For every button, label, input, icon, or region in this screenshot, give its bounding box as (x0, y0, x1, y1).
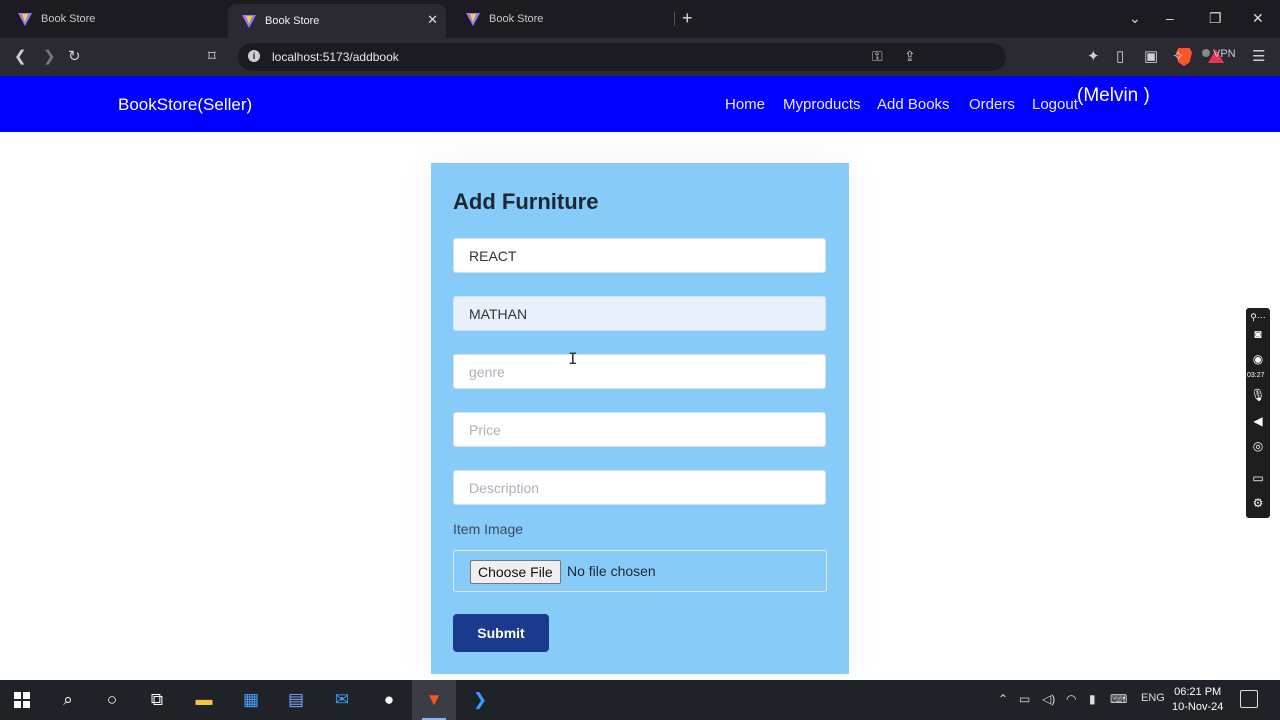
item-image-label: Item Image (453, 521, 524, 537)
user-name: (Melvin ) (1077, 85, 1150, 106)
clock-date: 10-Nov-24 (1172, 701, 1224, 713)
microphone-tray-icon[interactable]: ▮ (1089, 692, 1096, 706)
browser-tab-title: Book Store (41, 13, 96, 25)
store-icon[interactable]: ▦ (240, 689, 262, 711)
notifications-icon[interactable] (1240, 690, 1258, 708)
recording-time: 03:27 (1247, 372, 1265, 379)
nav-home-link[interactable]: Home (725, 96, 765, 113)
vscode-icon[interactable]: ❯ (469, 689, 491, 711)
browser-tab-title: Book Store (265, 15, 320, 27)
browser-tab-title: Book Store (489, 13, 544, 25)
browser-tab-1[interactable]: Book Store (4, 4, 226, 34)
task-view-icon[interactable]: ⧉ (146, 689, 168, 711)
app-navbar: BookStore(Seller) Home Myproducts Add Bo… (0, 76, 1280, 132)
address-bar[interactable]: i localhost:5173/addbook ⚿ ⇪ (238, 43, 1224, 71)
restore-icon[interactable]: ❐ (1209, 9, 1222, 27)
mongodb-compass-icon[interactable]: ● (378, 689, 400, 711)
screen-recorder-panel: ⚲⋯ ◙ ◉ 03:27 🎙︎ ◀ ◎ ▭ ⚙ (1246, 308, 1270, 518)
bookmark-icon[interactable]: ⌑ (208, 47, 216, 67)
text-cursor-icon: I (568, 349, 578, 368)
gear-icon[interactable]: ⚙ (1250, 496, 1266, 510)
window-icon[interactable]: ▭ (1250, 471, 1266, 485)
word-icon[interactable]: ▤ (285, 689, 307, 711)
mail-icon[interactable]: ✉ (331, 689, 353, 711)
menu-hamburger-icon[interactable]: ☰ (1252, 47, 1265, 67)
record-icon[interactable]: ◉ (1250, 352, 1266, 366)
battery-icon[interactable]: ▭ (1019, 692, 1030, 706)
system-clock[interactable]: 06:21 PM 10-Nov-24 (1172, 685, 1223, 715)
author-input[interactable] (453, 296, 826, 331)
back-arrow-icon[interactable]: ❮ (14, 47, 27, 67)
extensions-icon[interactable]: ✦ (1087, 47, 1100, 67)
brave-browser-icon[interactable]: ▼ (423, 689, 445, 711)
vite-favicon-icon (18, 13, 32, 26)
vpn-label: VPN (1213, 48, 1236, 60)
forward-arrow-icon[interactable]: ❯ (43, 47, 56, 67)
price-input[interactable] (453, 412, 826, 447)
genre-input[interactable] (453, 354, 826, 389)
file-explorer-icon[interactable]: ▬ (193, 689, 215, 711)
search-icon[interactable]: ⌕ (57, 689, 79, 711)
windows-taskbar: ⌕ ○ ⧉ ▬ ▦ ▤ ✉ ● ▼ ❯ ⌃ ▭ ◁) ◠ ▮ ⌨ ENG 06:… (0, 680, 1280, 720)
sidebar-icon[interactable]: ▯ (1116, 47, 1124, 67)
webcam-icon[interactable]: ◎ (1250, 439, 1266, 453)
choose-file-button[interactable]: Choose File (470, 560, 561, 584)
browser-tab-3[interactable]: Book Store (452, 4, 674, 34)
active-app-highlight: ▼ (412, 680, 456, 720)
description-input[interactable] (453, 470, 826, 505)
site-info-icon[interactable]: i (248, 50, 260, 62)
link-icon[interactable]: ⚲⋯ (1250, 310, 1266, 324)
reload-icon[interactable]: ↻ (68, 47, 81, 67)
volume-icon[interactable]: ◁) (1042, 692, 1055, 706)
show-hidden-icons-chevron-icon[interactable]: ⌃ (998, 692, 1008, 706)
title-input[interactable] (453, 238, 826, 273)
minimize-icon[interactable]: – (1166, 9, 1174, 27)
vite-favicon-icon (466, 13, 480, 26)
share-icon[interactable]: ⇪ (904, 48, 916, 65)
mic-icon[interactable]: 🎙︎ (1250, 388, 1266, 402)
brand-title[interactable]: BookStore(Seller) (118, 95, 252, 115)
wallet-icon[interactable]: ▣ (1144, 47, 1158, 67)
vite-favicon-icon (242, 15, 256, 28)
windows-start-icon[interactable] (14, 692, 30, 708)
form-title: Add Furniture (453, 189, 599, 214)
language-indicator[interactable]: ENG (1141, 692, 1165, 704)
browser-tab-strip: Book Store Book Store ✕ Book Store + ⌄ –… (0, 0, 1280, 38)
speaker-icon[interactable]: ◀ (1250, 414, 1266, 428)
item-image-file-input[interactable]: Choose File No file chosen (453, 550, 827, 592)
cortana-icon[interactable]: ○ (101, 689, 123, 711)
tab-separator (674, 12, 675, 26)
nav-logout-link[interactable]: Logout (1032, 96, 1078, 113)
keyboard-icon[interactable]: ⌨ (1110, 692, 1127, 706)
camera-icon[interactable]: ◙ (1250, 327, 1266, 341)
nav-myproducts-link[interactable]: Myproducts (783, 96, 861, 113)
vpn-status-icon (1202, 49, 1210, 57)
wifi-icon[interactable]: ◠ (1066, 692, 1076, 706)
close-window-icon[interactable]: ✕ (1252, 9, 1264, 27)
tab-close-icon[interactable]: ✕ (427, 12, 438, 28)
no-file-chosen-text: No file chosen (567, 563, 656, 579)
submit-button[interactable]: Submit (453, 614, 549, 652)
leo-ai-icon[interactable]: ✧ (1172, 47, 1185, 67)
url-text: localhost:5173/addbook (272, 50, 399, 64)
vpn-button[interactable]: VPN (1202, 48, 1236, 60)
clock-time: 06:21 PM (1174, 686, 1222, 698)
add-item-form-card: Add Furniture Item Image Choose File No … (431, 163, 849, 674)
nav-orders-link[interactable]: Orders (969, 96, 1015, 113)
browser-tab-2-active[interactable]: Book Store ✕ (228, 4, 446, 38)
browser-toolbar: ❮ ❯ ↻ ⌑ i localhost:5173/addbook ⚿ ⇪ ✦ ▯… (0, 38, 1280, 76)
nav-add-books-link[interactable]: Add Books (877, 96, 950, 113)
new-tab-plus-icon[interactable]: + (682, 8, 693, 28)
password-key-icon[interactable]: ⚿ (872, 48, 883, 65)
tab-list-chevron-icon[interactable]: ⌄ (1129, 9, 1141, 27)
